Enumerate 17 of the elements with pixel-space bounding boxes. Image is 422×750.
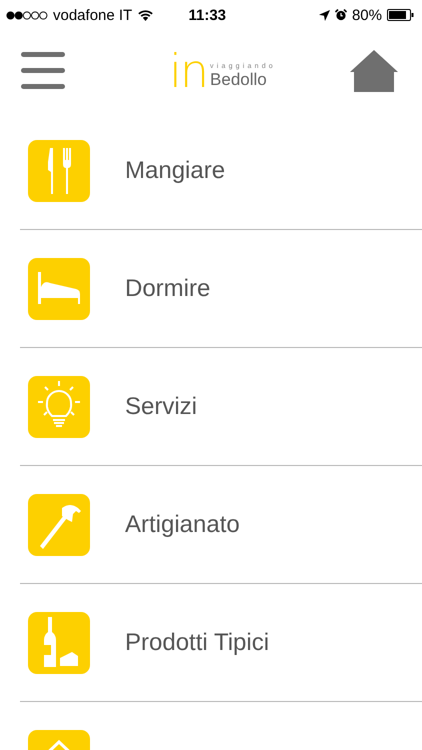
home-button[interactable] — [350, 50, 398, 92]
battery-icon — [387, 9, 414, 21]
menu-button[interactable] — [21, 52, 65, 90]
carrier-name: vodafone IT — [53, 6, 132, 24]
wifi-icon — [137, 9, 154, 21]
cutlery-icon — [28, 140, 90, 202]
logo-name: Bedollo — [210, 70, 268, 90]
clock-time: 11:33 — [188, 6, 226, 24]
hammer-icon — [28, 494, 90, 556]
light-bulb-icon — [28, 376, 90, 438]
logo-mark: in — [169, 48, 208, 94]
location-arrow-icon — [318, 10, 330, 20]
bed-icon — [28, 258, 90, 320]
battery-percentage: 80% — [352, 6, 382, 24]
alarm-clock-icon — [334, 9, 347, 21]
signal-icon — [6, 10, 48, 20]
wine-bottle-icon — [28, 612, 90, 674]
